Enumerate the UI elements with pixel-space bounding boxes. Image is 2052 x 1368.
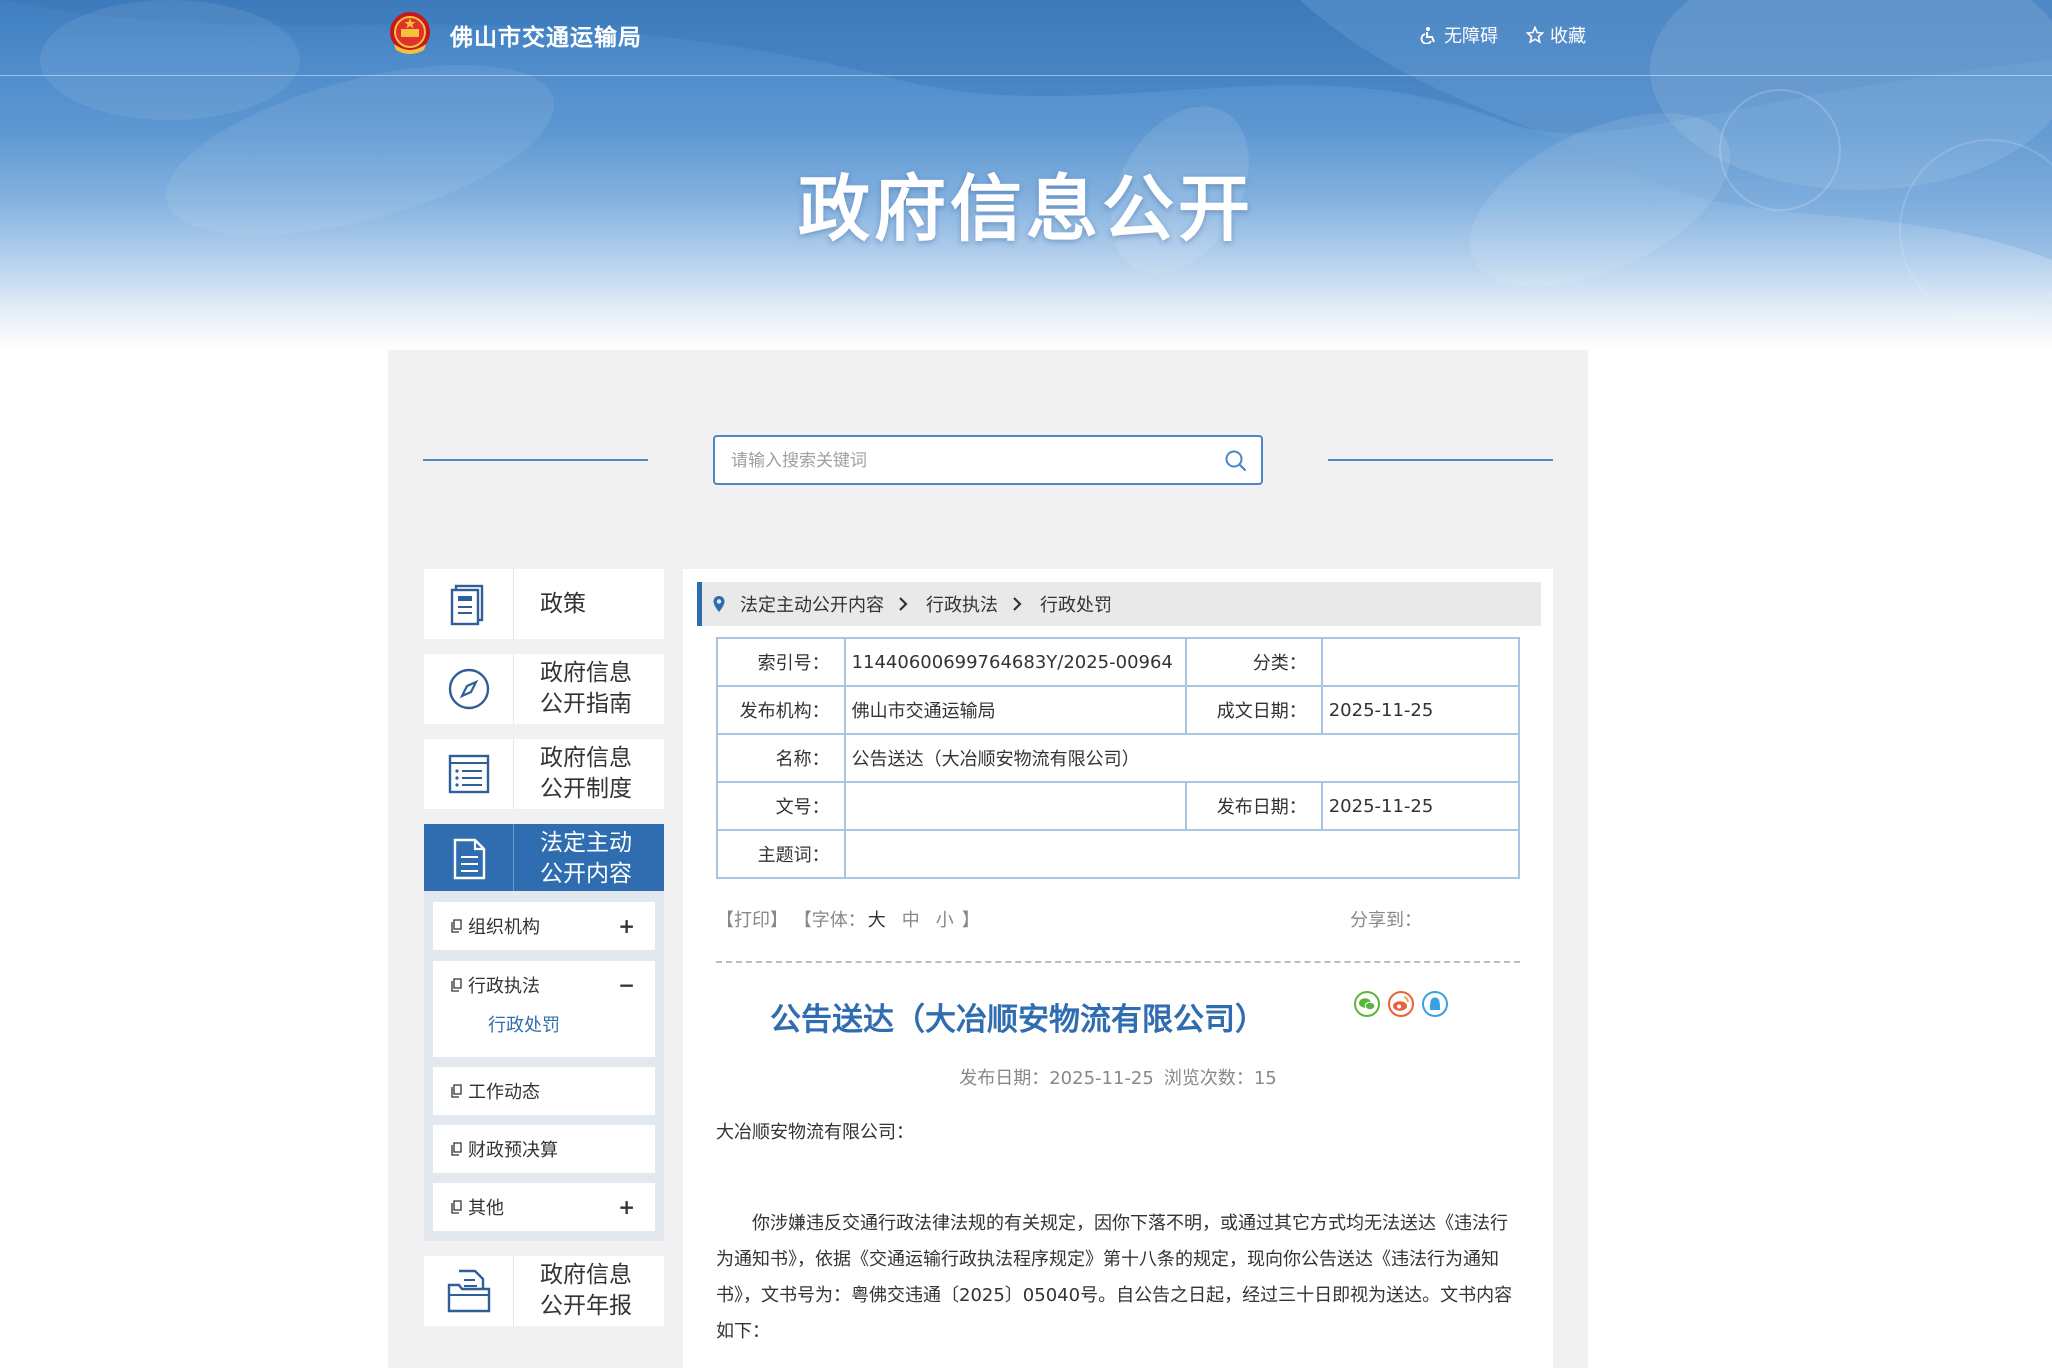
nav-annual-label-1: 政府信息 (540, 1262, 632, 1288)
sub-item-enforcement[interactable]: 行政执法 − 行政处罚 (433, 961, 655, 1057)
collapse-toggle[interactable]: − (618, 973, 635, 997)
wheelchair-icon (1420, 27, 1435, 44)
sub-label: 其他 (468, 1198, 504, 1219)
category-value (1320, 637, 1521, 687)
font-medium-button[interactable]: 中 (902, 910, 920, 931)
file-icon (451, 919, 462, 933)
national-emblem-icon (390, 12, 430, 54)
accessibility-label: 无障碍 (1444, 26, 1498, 47)
location-pin-icon (713, 596, 725, 612)
sub-label: 工作动态 (468, 1082, 540, 1103)
favorite-link[interactable]: 收藏 (1526, 22, 1586, 48)
font-large-button[interactable]: 大 (868, 910, 886, 931)
nav-guide-label-2: 公开指南 (540, 691, 632, 717)
nav-disclosure-system[interactable]: 政府信息 公开制度 (424, 739, 664, 809)
keywords-label: 主题词： (716, 829, 846, 879)
star-icon (1526, 26, 1544, 44)
publish-date-value: 2025-11-25 (1320, 781, 1521, 831)
search-box (713, 435, 1263, 485)
chevron-right-icon (1013, 597, 1022, 611)
nav-statutory-label-1: 法定主动 (540, 830, 632, 856)
keywords-value (843, 829, 1521, 879)
nav-system-label-1: 政府信息 (540, 745, 632, 771)
breadcrumb-item[interactable]: 法定主动公开内容 (740, 591, 884, 617)
nav-policy-label: 政策 (540, 590, 586, 617)
table-row: 文号： 发布日期： 2025-11-25 (716, 781, 1521, 831)
font-small-button[interactable]: 小 (936, 910, 954, 931)
nav-annual-report[interactable]: 政府信息 公开年报 (424, 1256, 664, 1326)
header-banner: 佛山市交通运输局 无障碍 收藏 政府信息公开 (0, 0, 2052, 350)
name-label: 名称： (716, 733, 846, 783)
dashed-divider (716, 961, 1520, 963)
table-row: 索引号： 11440600699764683Y/2025-00964 分类： (716, 637, 1521, 687)
nav-disclosure-guide[interactable]: 政府信息 公开指南 (424, 654, 664, 724)
chevron-right-icon (899, 597, 908, 611)
article-body: 你涉嫌违反交通行政法律法规的有关规定，因你下落不明，或通过其它方式均无法送达《违… (716, 1213, 1513, 1342)
search-divider-left (423, 459, 648, 461)
table-row: 名称： 公告送达（大冶顺安物流有限公司） (716, 733, 1521, 783)
book-icon (450, 584, 483, 626)
compass-icon (448, 668, 489, 710)
accessibility-link[interactable]: 无障碍 (1420, 22, 1498, 48)
folder-icon (447, 1269, 490, 1313)
sub-child-penalty[interactable]: 行政处罚 (433, 1009, 655, 1051)
sub-item-organization[interactable]: 组织机构 + (433, 902, 655, 950)
table-row: 主题词： (716, 829, 1521, 879)
top-bar: 佛山市交通运输局 无障碍 收藏 (0, 0, 2052, 76)
document-icon (453, 838, 485, 880)
publisher-label: 发布机构： (716, 685, 846, 735)
name-value: 公告送达（大冶顺安物流有限公司） (843, 733, 1521, 783)
breadcrumb-item[interactable]: 行政处罚 (1040, 591, 1112, 617)
nav-statutory-content[interactable]: 法定主动 公开内容 (424, 824, 664, 894)
sub-label: 组织机构 (468, 917, 540, 938)
file-icon (451, 1142, 462, 1156)
article-views: 浏览次数：15 (1163, 1068, 1277, 1089)
article-title: 公告送达（大冶顺安物流有限公司） (770, 1002, 1266, 1038)
index-no-label: 索引号： (716, 637, 846, 687)
created-date-label: 成文日期： (1185, 685, 1323, 735)
search-divider-right (1328, 459, 1553, 461)
sub-nav: 组织机构 + 行政执法 − 行政处罚 工作动态 财政预决算 其他 + (424, 891, 664, 1241)
table-row: 发布机构： 佛山市交通运输局 成文日期： 2025-11-25 (716, 685, 1521, 735)
expand-toggle[interactable]: + (618, 914, 635, 938)
list-icon (448, 754, 489, 794)
article-addressee: 大冶顺安物流有限公司： (716, 1122, 914, 1143)
sub-item-other[interactable]: 其他 + (433, 1183, 655, 1231)
document-meta-table: 索引号： 11440600699764683Y/2025-00964 分类： 发… (716, 637, 1521, 879)
article-publish-date: 发布日期：2025-11-25 (959, 1068, 1154, 1089)
index-no-value: 11440600699764683Y/2025-00964 (843, 637, 1188, 687)
doc-no-label: 文号： (716, 781, 846, 831)
article-meta: 发布日期：2025-11-25 浏览次数：15 (716, 1064, 1520, 1090)
file-icon (451, 978, 462, 992)
nav-system-label-2: 公开制度 (540, 776, 632, 802)
doc-no-value (843, 781, 1188, 831)
sub-item-budget[interactable]: 财政预决算 (433, 1125, 655, 1173)
sub-label: 行政执法 (468, 976, 540, 997)
file-icon (451, 1200, 462, 1214)
nav-guide-label-1: 政府信息 (540, 660, 632, 686)
sub-item-work-news[interactable]: 工作动态 (433, 1067, 655, 1115)
font-size-prefix: 【字体： (793, 910, 866, 931)
nav-statutory-label-2: 公开内容 (540, 861, 632, 887)
publisher-value: 佛山市交通运输局 (843, 685, 1188, 735)
file-icon (451, 1084, 462, 1098)
category-label: 分类： (1185, 637, 1323, 687)
site-name[interactable]: 佛山市交通运输局 (450, 18, 642, 52)
breadcrumb-item[interactable]: 行政执法 (926, 591, 998, 617)
banner-title: 政府信息公开 (797, 167, 1254, 251)
expand-toggle[interactable]: + (618, 1195, 635, 1219)
nav-policy[interactable]: 政策 (424, 569, 664, 639)
search-input[interactable] (729, 448, 1189, 474)
search-icon[interactable] (1223, 448, 1249, 474)
sub-label: 财政预决算 (468, 1140, 558, 1161)
print-button[interactable]: 【打印】 (716, 910, 788, 931)
nav-annual-label-2: 公开年报 (540, 1293, 632, 1319)
font-size-suffix: 】 (961, 910, 980, 931)
share-label: 分享到： (1350, 910, 1422, 931)
favorite-label: 收藏 (1550, 26, 1586, 47)
top-links: 无障碍 收藏 (1420, 22, 1586, 48)
breadcrumb: 法定主动公开内容 行政执法 行政处罚 (697, 582, 1541, 626)
created-date-value: 2025-11-25 (1320, 685, 1521, 735)
publish-date-label: 发布日期： (1185, 781, 1323, 831)
